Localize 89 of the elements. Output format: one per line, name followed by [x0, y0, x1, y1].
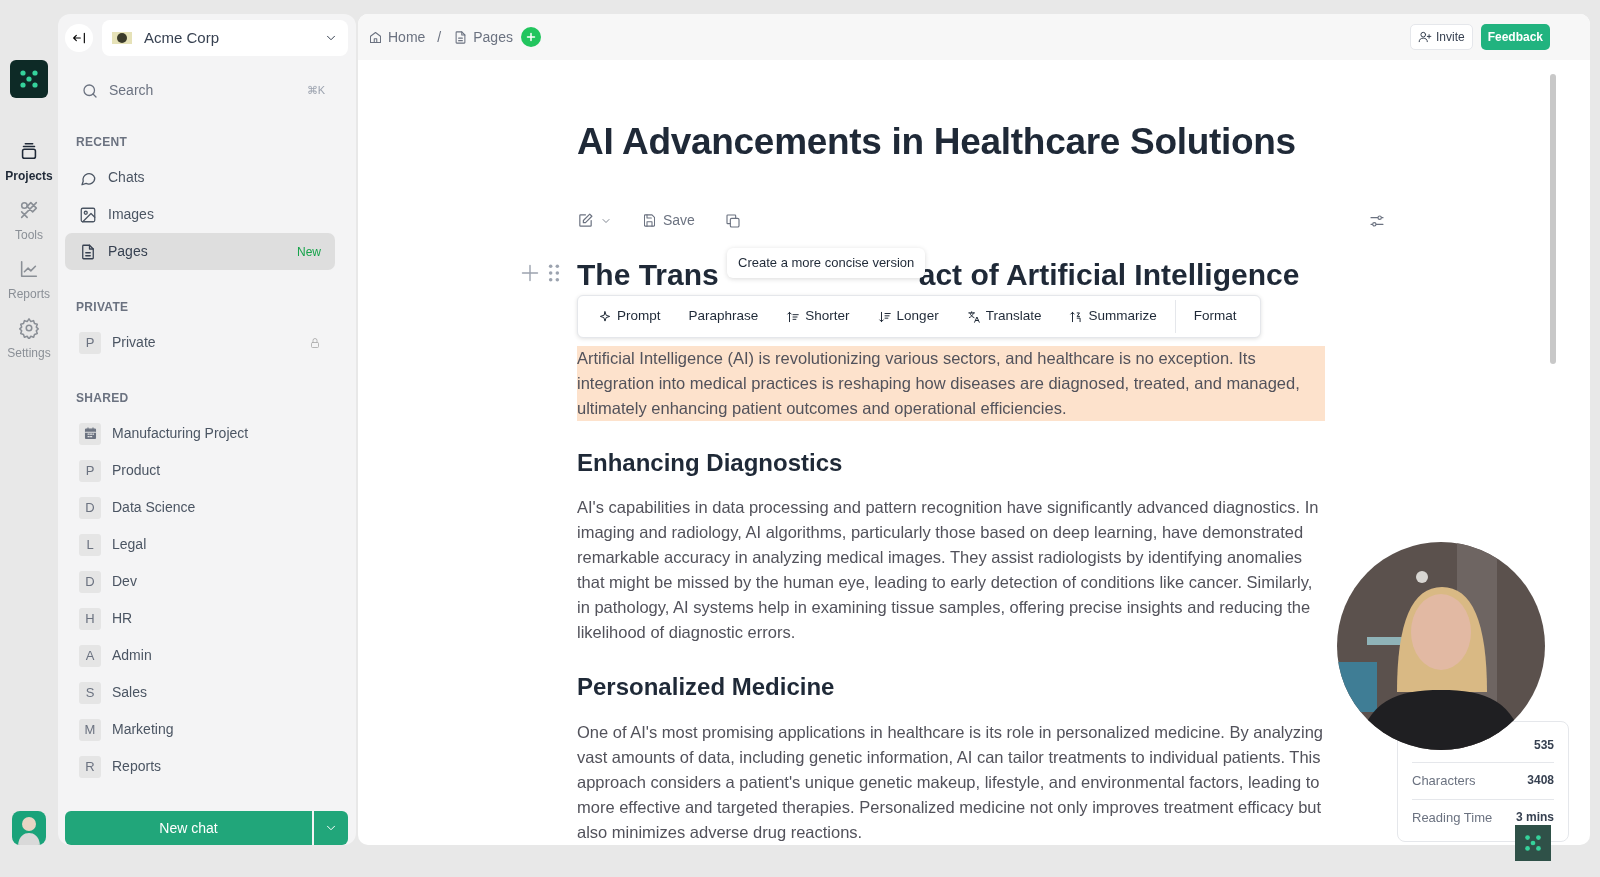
- document-title: AI Advancements in Healthcare Solutions: [577, 120, 1297, 164]
- save-icon: [642, 213, 657, 229]
- section-title: SHARED: [76, 390, 130, 407]
- paragraph: One of AI's most promising applications in healthcare is its role in personalized medicine. By analyzing vast amounts of data, including genetic information, AI can tailor treatments to individual patients. This approach considers a patient's unique genetic makeup, lifestyle, and environmental factors, leading to more effective and targeted therapies. Personalized medicine not only improves treatment efficacy but also minimizes adverse drug reactions.: [577, 722, 1325, 844]
- ai-tool-button[interactable]: Format: [1174, 300, 1249, 333]
- section-heading: Enhancing Diagnostics: [577, 448, 844, 478]
- summarize-icon: [1069, 309, 1084, 324]
- initial-badge: H: [79, 607, 101, 630]
- ai-tool-button[interactable]: Prompt: [586, 300, 673, 333]
- sidebar-item[interactable]: Images: [65, 196, 335, 233]
- settings-button[interactable]: [1369, 212, 1385, 229]
- paragraph: AI's capabilities in data processing and pattern recognition have significantly advanced diagnostics. In imaging and radiology, AI algorithms, particularly those based on deep learning, have demonstrated remarkable accuracy in analyzing medical images. They assist radiologists by identifying anomalies that might be missed by the human eye, leading to early detection of conditions like cancer. Similarly, in pathology, AI systems help in examining tissue samples, offering precise insights and reducing the likelihood of diagnostic errors.: [577, 497, 1320, 644]
- document-icon: [79, 242, 97, 261]
- copy-icon: [724, 212, 741, 229]
- section-heading: Personalized Medicine: [577, 673, 836, 703]
- collapse-icon: [71, 30, 87, 46]
- new-label: New: [297, 243, 321, 261]
- settings-icon: [18, 317, 40, 339]
- search-icon: [81, 81, 99, 100]
- stat-value: 3408: [1527, 772, 1554, 789]
- tools-icon: [18, 199, 40, 221]
- initial-badge: D: [79, 496, 101, 519]
- sidebar-item[interactable]: P Product: [65, 452, 335, 489]
- ai-tool-button[interactable]: Shorter: [774, 300, 862, 333]
- stat-label: Characters: [1412, 772, 1476, 790]
- shortcut-hint: ⌘K: [306, 83, 325, 99]
- drag-handle[interactable]: [548, 263, 560, 284]
- workspace-dropdown[interactable]: Acme Corp: [102, 20, 348, 56]
- sliders-icon: [1369, 212, 1385, 229]
- image-icon: [79, 205, 97, 224]
- breadcrumb-separator: /: [437, 27, 442, 47]
- sidebar-item[interactable]: Chats: [65, 159, 335, 196]
- initial-badge: P: [79, 331, 101, 354]
- calendar-icon: [82, 426, 98, 441]
- initial-badge: D: [79, 570, 101, 593]
- sidebar-item[interactable]: P Private: [65, 324, 335, 361]
- document-icon: [453, 29, 469, 45]
- sidebar-item[interactable]: S Sales: [65, 674, 335, 711]
- add-user-icon: [1417, 30, 1432, 44]
- collapse-button[interactable]: [65, 24, 93, 52]
- section-title: RECENT: [76, 134, 129, 151]
- drag-handle-icon: [548, 263, 560, 284]
- sidebar-item[interactable]: A Admin: [65, 637, 335, 674]
- ai-tool-button[interactable]: Longer: [865, 300, 951, 333]
- breadcrumb-link[interactable]: Home: [368, 26, 426, 48]
- paragraph: Artificial Intelligence (AI) is revolutionizing various sectors, and healthcare is no exception. Its integration into medical practices is reshaping how diseases are diagnosed, treated, and managed, ultimately enhancing patient outcomes and operational efficiencies.: [577, 345, 1325, 421]
- avatar[interactable]: [12, 811, 46, 845]
- home-icon: [368, 29, 383, 45]
- sparkle-icon: [598, 309, 612, 324]
- invite-button[interactable]: Invite: [1409, 24, 1473, 50]
- initial-badge: A: [79, 644, 101, 667]
- ai-tool-button[interactable]: Summarize: [1057, 300, 1169, 333]
- logo-icon: [1523, 833, 1543, 853]
- stat-label: Reading Time: [1412, 808, 1493, 827]
- initial-badge: R: [79, 755, 101, 778]
- chart-icon: [18, 258, 40, 280]
- longer-icon: [877, 309, 892, 324]
- initial-badge: M: [79, 718, 101, 741]
- plus-icon: [520, 263, 540, 284]
- initial-badge: L: [79, 533, 101, 556]
- stat-value: 535: [1533, 737, 1554, 754]
- logo-button[interactable]: [1515, 825, 1551, 861]
- section-heading: The Trans: [577, 257, 719, 294]
- sidebar-item[interactable]: H HR: [65, 600, 335, 637]
- rail-nav-item[interactable]: Projects: [5, 140, 53, 185]
- shorter-icon: [786, 309, 801, 324]
- sidebar-item[interactable]: R Reports: [65, 748, 335, 785]
- translate-icon: [966, 309, 981, 324]
- ai-tool-button[interactable]: Paraphrase: [676, 300, 771, 333]
- sidebar-item[interactable]: D Data Science: [65, 489, 335, 526]
- initial-badge: P: [79, 459, 101, 482]
- stat-value: 3 mins: [1516, 808, 1554, 826]
- edit-menu-button[interactable]: [577, 212, 612, 230]
- section-title: PRIVATE: [76, 299, 130, 316]
- sidebar-item[interactable]: L Legal: [65, 526, 335, 563]
- copy-button[interactable]: [724, 212, 741, 229]
- initial-badge: S: [79, 681, 101, 704]
- ai-tool-button[interactable]: Translate: [954, 300, 1054, 333]
- search-button[interactable]: Search ⌘K: [73, 76, 333, 105]
- sidebar-item[interactable]: Pages New: [65, 233, 335, 270]
- breadcrumb-link[interactable]: Pages: [453, 26, 513, 48]
- workspace-logo: [112, 32, 132, 44]
- save-button[interactable]: Save: [642, 210, 695, 232]
- sidebar-item[interactable]: Manufacturing Project: [65, 415, 335, 452]
- pencil-icon: [577, 212, 594, 230]
- search-label: Search: [109, 81, 154, 100]
- plus-icon: [524, 31, 537, 43]
- sidebar-item[interactable]: D Dev: [65, 563, 335, 600]
- sidebar-item[interactable]: M Marketing: [65, 711, 335, 748]
